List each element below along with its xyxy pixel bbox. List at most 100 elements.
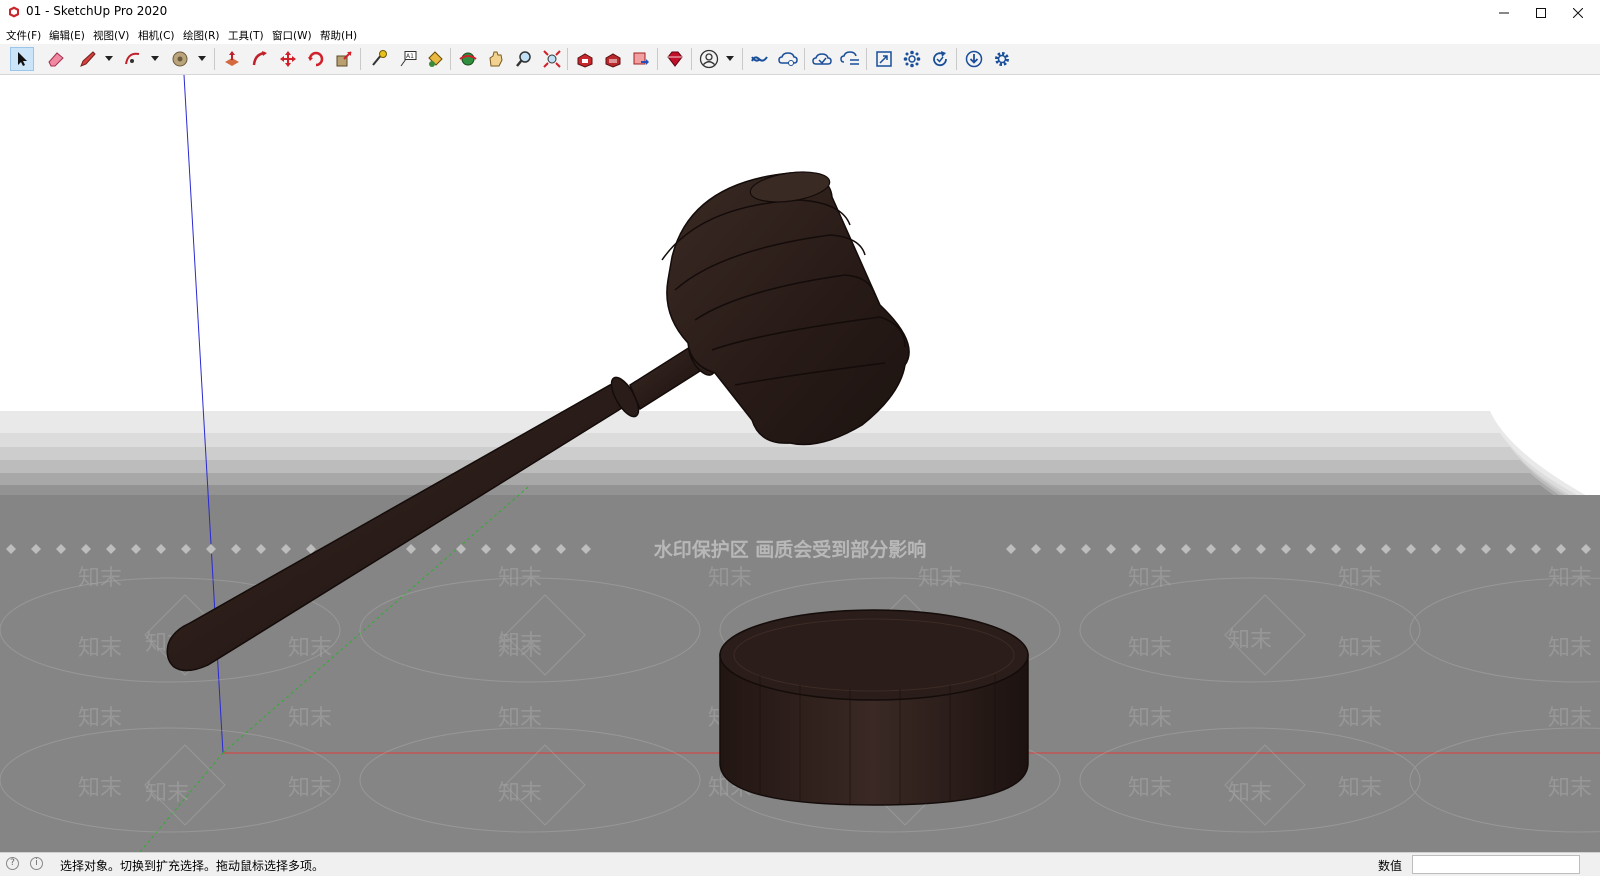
- 3d-warehouse-icon: [577, 53, 593, 68]
- main-toolbar: A1: [0, 44, 1600, 75]
- watermark-text: 知末: [288, 706, 332, 731]
- trimble-connect-icon: [751, 56, 768, 62]
- watermark-text: 知末: [1228, 628, 1272, 653]
- send-to-layout-button[interactable]: [629, 47, 653, 71]
- text-tool-button[interactable]: A1: [396, 47, 420, 71]
- toolbar-separator: [866, 48, 867, 70]
- watermark-text: 知末: [78, 566, 122, 591]
- minimize-button[interactable]: [1484, 0, 1524, 26]
- sound-block-model[interactable]: [719, 609, 1029, 806]
- arc-dropdown-icon[interactable]: [151, 56, 159, 61]
- paint-bucket-icon: [172, 51, 188, 67]
- close-icon: [1573, 8, 1583, 18]
- menu-help[interactable]: 帮助(H): [320, 28, 357, 43]
- account-dropdown-icon[interactable]: [726, 56, 734, 61]
- paint-tool-button[interactable]: [423, 47, 447, 71]
- geo-location-icon[interactable]: ?: [6, 857, 19, 870]
- rotate-icon: [308, 51, 324, 67]
- menu-edit[interactable]: 编辑(E): [49, 28, 85, 43]
- 3d-warehouse-button[interactable]: [573, 47, 597, 71]
- trimble-share-icon: [778, 52, 798, 66]
- close-button[interactable]: [1558, 0, 1598, 26]
- watermark-text: 知末: [1548, 636, 1592, 661]
- account-icon: [699, 49, 719, 69]
- rotate-tool-button[interactable]: [304, 47, 328, 71]
- move-icon: [280, 51, 296, 67]
- eraser-icon: [48, 52, 64, 67]
- menu-file[interactable]: 文件(F): [6, 28, 41, 43]
- maximize-button[interactable]: [1521, 0, 1561, 26]
- toolbar-separator: [691, 48, 692, 70]
- ruby-console-button[interactable]: [663, 47, 687, 71]
- reload-icon: [933, 51, 947, 67]
- shape-tool-button[interactable]: [168, 47, 192, 71]
- eraser-tool-button[interactable]: [44, 47, 68, 71]
- watermark-text: 知末: [1548, 566, 1592, 591]
- shape-dropdown-icon[interactable]: [198, 56, 206, 61]
- watermark-banner: 水印保护区 画质会受到部分影响: [654, 538, 927, 561]
- menu-view[interactable]: 视图(V): [93, 28, 129, 43]
- account-button[interactable]: [697, 47, 721, 71]
- settings-icon: [995, 52, 1009, 66]
- text-icon: A1: [400, 51, 417, 67]
- zoom-tool-button[interactable]: [512, 47, 536, 71]
- watermark-text: 知末: [498, 566, 542, 591]
- trimble-connect-button[interactable]: [748, 47, 772, 71]
- arc-icon: [125, 52, 140, 65]
- menu-window[interactable]: 窗口(W): [272, 28, 312, 43]
- scale-tool-button[interactable]: [332, 47, 356, 71]
- watermark-text: 知末: [918, 566, 962, 591]
- line-dropdown-icon[interactable]: [105, 56, 113, 61]
- follow-me-button[interactable]: [248, 47, 272, 71]
- measurements-input[interactable]: [1412, 855, 1580, 874]
- measurements-label: 数值: [1378, 859, 1403, 873]
- zoom-icon: [516, 51, 531, 67]
- watermark-text: 知末: [1228, 781, 1272, 806]
- model-viewport[interactable]: 水印保护区 画质会受到部分影响 知末 知末 知末 知末 知末 知末 知末 知末 …: [0, 75, 1600, 852]
- instructor-info-icon[interactable]: i: [30, 857, 43, 870]
- status-bar: ? i 选择对象。切换到扩充选择。拖动鼠标选择多项。 数值: [0, 852, 1600, 876]
- push-pull-button[interactable]: [220, 47, 244, 71]
- extension-download-button[interactable]: [962, 47, 986, 71]
- extension-warehouse-button[interactable]: [601, 47, 625, 71]
- move-tool-button[interactable]: [276, 47, 300, 71]
- orbit-tool-button[interactable]: [456, 47, 480, 71]
- pan-icon: [489, 51, 503, 67]
- select-tool-button[interactable]: [10, 47, 34, 71]
- orbit-icon: [459, 52, 477, 66]
- zoom-extents-button[interactable]: [540, 47, 564, 71]
- title-bar: 01 - SketchUp Pro 2020: [0, 0, 1600, 26]
- trimble-share-button[interactable]: [776, 47, 800, 71]
- menu-camera[interactable]: 相机(C): [138, 28, 175, 43]
- watermark-text: 知末: [1338, 706, 1382, 731]
- watermark-text: 知末: [1338, 636, 1382, 661]
- cloud-download-button[interactable]: [810, 47, 834, 71]
- minimize-icon: [1499, 12, 1509, 14]
- watermark-text: 知末: [1128, 566, 1172, 591]
- watermark-text: 知末: [1128, 636, 1172, 661]
- components-button[interactable]: [900, 47, 924, 71]
- reload-button[interactable]: [928, 47, 952, 71]
- send-to-layout-icon: [633, 52, 649, 65]
- scale-model-button[interactable]: [872, 47, 896, 71]
- pan-tool-button[interactable]: [484, 47, 508, 71]
- watermark-text: 知末: [1128, 776, 1172, 801]
- cloud-sync-button[interactable]: [838, 47, 862, 71]
- arc-tool-button[interactable]: [121, 47, 145, 71]
- model-canvas[interactable]: 水印保护区 画质会受到部分影响 知末 知末 知末 知末 知末 知末 知末 知末 …: [0, 75, 1600, 852]
- menu-tools[interactable]: 工具(T): [228, 28, 264, 43]
- sketchup-logo-icon: [9, 6, 19, 18]
- menu-draw[interactable]: 绘图(R): [183, 28, 220, 43]
- scale-icon: [336, 51, 352, 67]
- line-tool-button[interactable]: [76, 47, 100, 71]
- toolbar-separator: [567, 48, 568, 70]
- watermark-text: 知末: [1338, 566, 1382, 591]
- settings-button[interactable]: [990, 47, 1014, 71]
- watermark-text: 知末: [78, 706, 122, 731]
- svg-text:A1: A1: [406, 53, 414, 60]
- tape-measure-button[interactable]: [367, 47, 391, 71]
- ruby-console-icon: [667, 51, 683, 67]
- extension-warehouse-icon: [605, 53, 621, 68]
- cloud-sync-icon: [840, 51, 859, 65]
- watermark-text: 知末: [1548, 706, 1592, 731]
